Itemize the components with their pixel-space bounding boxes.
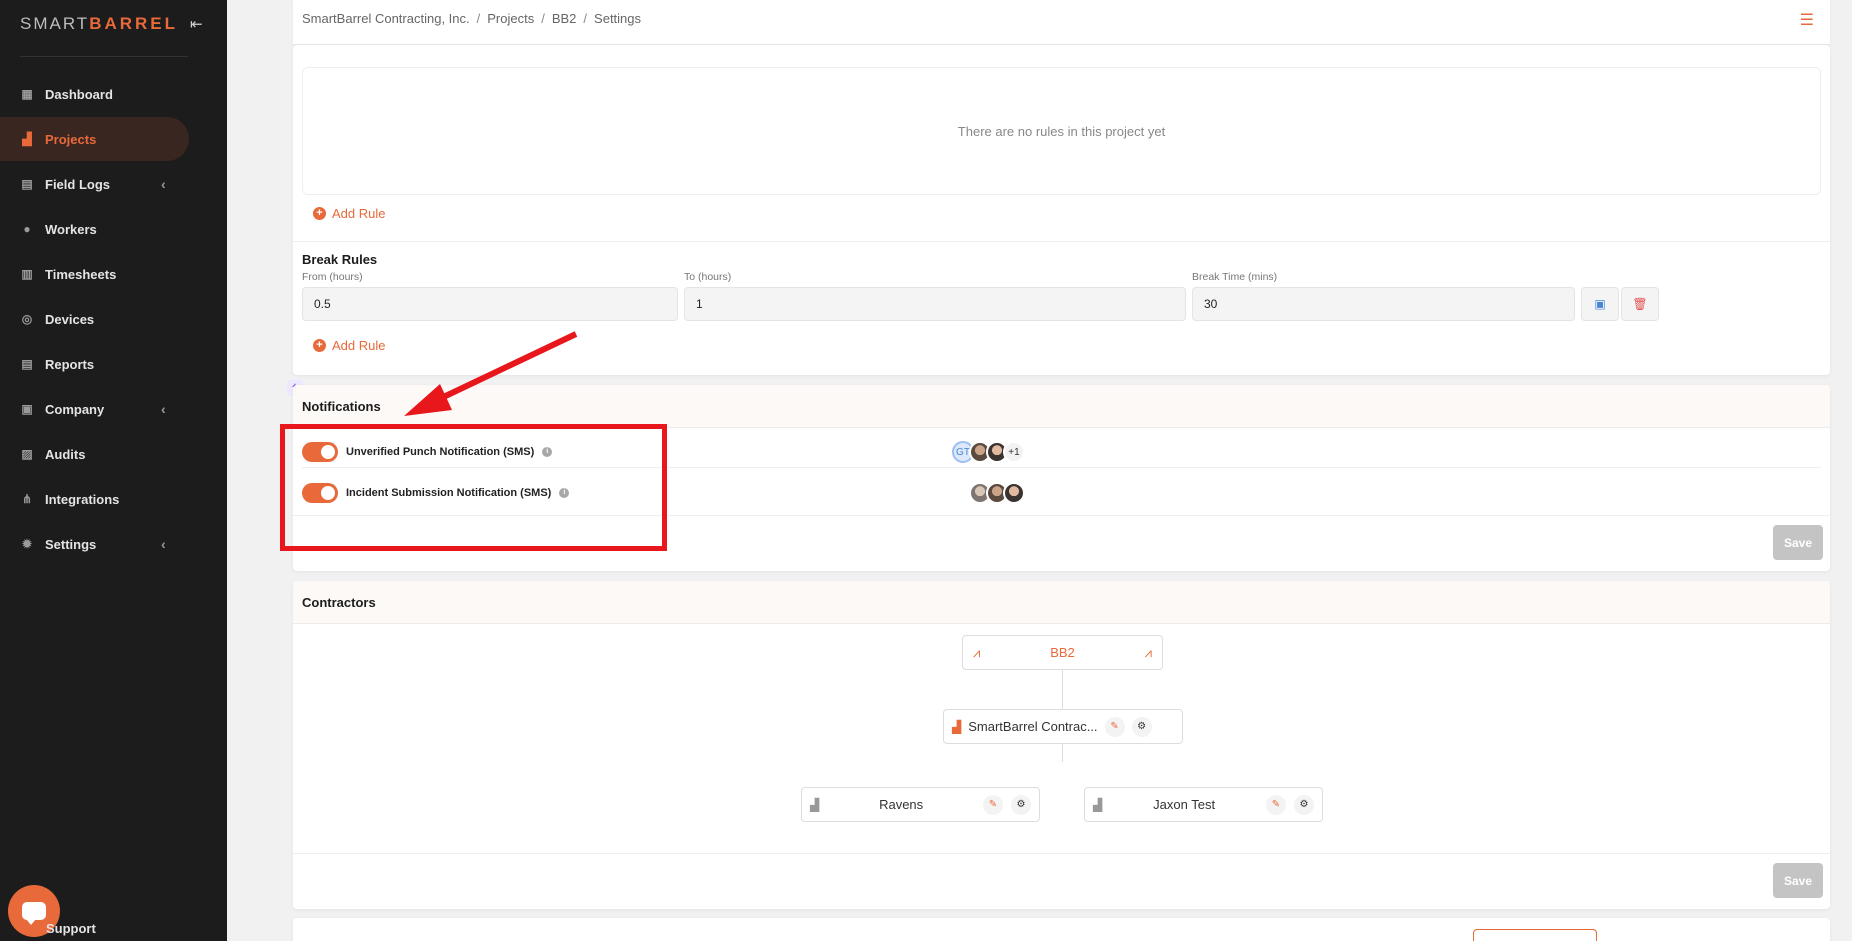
annotation-arrow-icon <box>404 331 578 416</box>
